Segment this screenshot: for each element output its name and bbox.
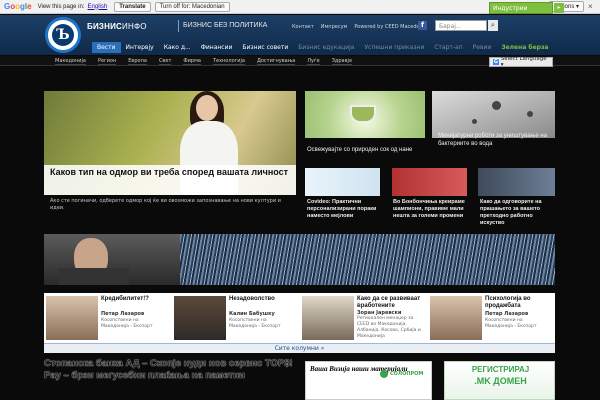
bottom-headline[interactable]: Стопанска банка АД – Скопје нуди нов сер… [44, 358, 294, 382]
subnav-item[interactable]: Технологија [212, 58, 245, 65]
columnists-strip: Кредибилитет!? Петар Лазаров Косопствени… [44, 293, 555, 343]
search-input[interactable]: Барај... [435, 20, 487, 31]
translate-button[interactable]: Translate [114, 1, 151, 12]
article-image-robots[interactable] [432, 91, 555, 138]
nav-item-education[interactable]: Бизнис едукација [293, 42, 359, 53]
columnist-card[interactable]: Како да се развиваат вработените Зоран Ј… [300, 293, 428, 343]
solo-prom-ad[interactable]: Ваша Визија наши материјали СОЛОПРОМ [305, 361, 432, 400]
all-columns-link[interactable]: Сите колумни » [44, 343, 555, 353]
columnist-card[interactable]: Психологија во продажбата Петар Лазаров … [428, 293, 555, 343]
turn-off-translate-button[interactable]: Turn off for: Macedonian [154, 1, 230, 12]
close-icon[interactable]: × [588, 2, 596, 11]
top-links: Контакт Импресум Powered by CEED Macedon… [292, 24, 427, 30]
article-image-covideo[interactable] [305, 168, 380, 196]
article-image-interview[interactable] [478, 168, 555, 196]
nav-item-howto[interactable]: Како д... [159, 42, 196, 53]
subnav-item[interactable]: Достигнувања [256, 58, 296, 65]
translate-language-link[interactable]: English [88, 4, 108, 10]
columnist-photo [174, 296, 226, 340]
nav-item-business-tips[interactable]: Бизнис совети [237, 42, 293, 53]
nav-item-news[interactable]: Вести [92, 42, 121, 53]
columnist-photo [430, 296, 482, 340]
subnav-item[interactable]: Луѓе [307, 58, 320, 65]
hero-title[interactable]: Каков тип на одмор ви треба според вашат… [44, 165, 296, 195]
article-title[interactable]: Во Бонбончиња креираме шампиони, правиме… [393, 199, 475, 220]
columnist-photo [302, 296, 354, 340]
columnist-card[interactable]: Незадоволство Калин Бабушку Косопствени … [172, 293, 300, 343]
industry-go-button[interactable]: ▸ [554, 3, 564, 13]
subnav-item[interactable]: Македонија [55, 58, 86, 65]
subnav-item[interactable]: Регион [97, 58, 117, 65]
subnav-item[interactable]: Фирма [183, 58, 201, 65]
mk-domain-ad[interactable]: РЕГИСТРИРАЈ .MK ДОМЕН [444, 361, 555, 400]
google-g-icon: G [493, 59, 499, 65]
google-logo: Google [4, 2, 32, 11]
facebook-icon[interactable]: f [418, 21, 427, 30]
brand-divider [178, 20, 179, 32]
nav-item-finance[interactable]: Финансии [196, 42, 238, 53]
subnav-item[interactable]: Европа [128, 58, 147, 65]
subnav-item[interactable]: Здравје [331, 58, 353, 65]
banner-ad[interactable] [44, 234, 555, 285]
article-title[interactable]: Covideo: Практични персонализирани порак… [307, 199, 387, 220]
article-title[interactable]: Како да одговорите на прашањето за вашет… [480, 199, 556, 227]
columnist-card[interactable]: Кредибилитет!? Петар Лазаров Косопствени… [44, 293, 172, 343]
article-title[interactable]: Минијатурни роботи за уништување на бакт… [438, 132, 556, 148]
impressum-link[interactable]: Импресум [321, 24, 348, 30]
site-tagline: БИЗНИС БЕЗ ПОЛИТИКА [183, 22, 268, 29]
nav-item-reviews[interactable]: Ревии [468, 42, 497, 53]
contact-link[interactable]: Контакт [292, 24, 314, 30]
subnav-item[interactable]: Свет [158, 58, 172, 65]
logo-letter: Ъ [52, 24, 74, 46]
nav-item-success-stories[interactable]: Успешни приказни [359, 42, 429, 53]
site-logo[interactable]: Ъ [45, 17, 81, 53]
translate-prompt: View this page in: [37, 3, 85, 10]
article-image-bonbonchinja[interactable] [392, 168, 467, 196]
article-title[interactable]: Освежувајте со природен сок од нане [307, 146, 425, 154]
nav-item-interview[interactable]: Интервју [121, 42, 159, 53]
industry-select[interactable]: Индустрии [489, 2, 553, 14]
language-select[interactable]: G Select Language ▾ [489, 56, 553, 68]
nav-item-startup[interactable]: Старт-ап [429, 42, 467, 53]
powered-by-link[interactable]: Powered by CEED Macedonia [354, 24, 427, 30]
hero-description: Ако сте погиначи, одберете одмор кој ќе … [50, 198, 281, 211]
nav-item-green-exchange[interactable]: Зелена берза [496, 42, 553, 53]
main-nav: Вести Интервју Како д... Финансии Бизнис… [92, 41, 553, 54]
columnist-photo [46, 296, 98, 340]
solo-prom-logo [380, 370, 388, 378]
article-image-mint-juice[interactable] [305, 91, 425, 138]
brand-name[interactable]: БИЗНИСИНФО [87, 22, 147, 31]
search-icon[interactable]: ⌕ [488, 20, 498, 31]
